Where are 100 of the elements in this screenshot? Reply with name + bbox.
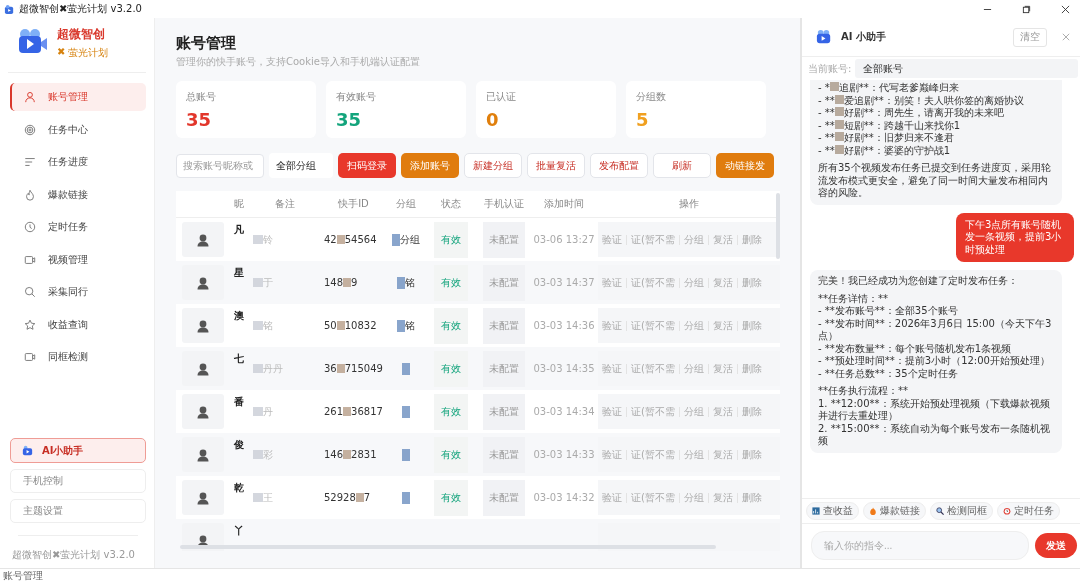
action-link[interactable]: 证(暂不需 (631, 275, 675, 290)
sidebar-item[interactable]: 任务中心 (10, 115, 146, 144)
auth-tag: 未配置 (482, 221, 525, 258)
id-text: 7 (363, 492, 371, 503)
blurred-text (343, 278, 352, 287)
toolbar-button[interactable]: 添加账号 (401, 153, 459, 178)
avatar-icon (196, 275, 210, 290)
maximize-icon[interactable] (1022, 4, 1031, 14)
toolbar-button[interactable]: 批量复活 (527, 153, 585, 178)
group-text: 铭 (404, 275, 415, 290)
action-link[interactable]: 验证 (602, 404, 622, 419)
action-link[interactable]: 分组 (683, 447, 704, 462)
toolbar-button[interactable]: 发布配置 (590, 153, 648, 178)
sidebar-item[interactable]: 收益查询 (10, 310, 146, 339)
blurred-text (343, 450, 352, 459)
message-text: 短剧**：跨越千山来找你1 (843, 119, 961, 131)
blurred-text (401, 362, 410, 375)
action-link[interactable]: 复活 (712, 447, 733, 462)
group-text: 铭 (404, 318, 415, 333)
remark-text: 丹丹 (263, 361, 283, 376)
action-link[interactable]: 删除 (741, 361, 762, 376)
ai-assistant-button[interactable]: AI小助手 (10, 438, 146, 463)
action-link[interactable]: 删除 (741, 318, 762, 333)
message-text: - ** (818, 132, 835, 143)
action-link[interactable]: 复活 (712, 490, 733, 505)
action-link[interactable]: 分组 (683, 490, 704, 505)
sidebar-button[interactable]: 手机控制 (10, 469, 146, 493)
action-link[interactable]: 删除 (741, 447, 762, 462)
group-select[interactable]: 全部分组 (269, 153, 333, 178)
sidebar-item[interactable]: 爆款链接 (10, 180, 146, 209)
quick-action-chip[interactable]: 检测同框 (930, 502, 993, 520)
auth-tag: 未配置 (482, 393, 525, 430)
command-input[interactable]: 输入你的指令... (811, 531, 1029, 560)
message-text: **任务执行流程：** 1. **12:00**：系统开始预处理视频（下载爆款视频并进行去重处理） 2. **15:00**：系统自动为每个账号发布一条随机视频 (818, 385, 1051, 448)
action-link[interactable]: 证(暂不需 (631, 232, 675, 247)
column-header: 快手ID (337, 197, 370, 211)
action-link[interactable]: 验证 (602, 318, 622, 333)
message-text: 下午3点所有账号随机发一条视频，提前3小时预处理 (965, 218, 1063, 256)
clear-button[interactable]: 清空 (1013, 27, 1047, 47)
sidebar-item[interactable]: 任务进度 (10, 148, 146, 176)
account-name: 凡 (233, 223, 245, 237)
action-link[interactable]: 验证 (602, 275, 622, 290)
account-select[interactable]: 全部账号 (855, 59, 1078, 78)
column-header: 操作 (678, 197, 700, 211)
message-text: **任务详情：** - **发布账号**：全部35个账号 - **发布时间**：2026年3月6日 15:00（今天下午3点） - **发布数量**：每个账号随机发布1条视频 - **预处理时间**：提前3小时（12:00开始预处理） - **任务总数**：35个定时任务 (818, 292, 1053, 380)
action-link[interactable]: 分组 (683, 318, 704, 333)
action-link[interactable]: 证(暂不需 (631, 404, 675, 419)
toolbar-button[interactable]: 动链接发 (716, 153, 774, 178)
quick-action-chip[interactable]: 爆款链接 (863, 502, 926, 520)
action-link[interactable]: 复活 (712, 404, 733, 419)
action-link[interactable]: 分组 (683, 232, 704, 247)
auth-tag: 未配置 (482, 350, 525, 387)
sidebar-item[interactable]: 定时任务 (10, 213, 146, 241)
quick-action-chip[interactable]: 定时任务 (997, 502, 1060, 520)
close-icon[interactable] (1061, 4, 1070, 14)
action-link[interactable]: 删除 (741, 232, 762, 247)
app-logo-icon (4, 3, 15, 15)
action-link[interactable]: 证(暂不需 (631, 318, 675, 333)
blurred-text (343, 407, 352, 416)
sidebar-item[interactable]: 账号管理 (10, 83, 146, 111)
action-link[interactable]: 证(暂不需 (631, 490, 675, 505)
sidebar-item[interactable]: 采集同行 (10, 278, 146, 306)
action-link[interactable]: 复活 (712, 361, 733, 376)
action-link[interactable]: 验证 (602, 361, 622, 376)
blurred-text (391, 233, 400, 246)
action-link[interactable]: 复活 (712, 232, 733, 247)
blurred-text (401, 491, 410, 504)
action-link[interactable]: 分组 (683, 404, 704, 419)
cross-mark: ✖ (57, 46, 66, 59)
search-field[interactable]: 搜索账号昵称或 (176, 153, 264, 178)
action-link[interactable]: 验证 (602, 490, 622, 505)
quick-action-chip[interactable]: 查收益 (806, 502, 859, 520)
time-text: 03-03 14:37 (533, 277, 595, 288)
auth-tag: 未配置 (482, 436, 525, 473)
stat-value: 35 (186, 109, 213, 130)
action-link[interactable]: 证(暂不需 (631, 447, 675, 462)
status-tag: 有效 (433, 479, 468, 516)
action-link[interactable]: 复活 (712, 275, 733, 290)
page-title: 账号管理 (176, 34, 237, 53)
blurred-text (336, 364, 345, 373)
action-link[interactable]: 验证 (602, 232, 622, 247)
action-link[interactable]: 证(暂不需 (631, 361, 675, 376)
action-link[interactable]: 验证 (602, 447, 622, 462)
action-link[interactable]: 删除 (741, 404, 762, 419)
toolbar-button[interactable]: 扫码登录 (338, 153, 396, 178)
toolbar-button[interactable]: 刷新 (653, 153, 711, 178)
action-link[interactable]: 删除 (741, 490, 762, 505)
sidebar-item[interactable]: 视频管理 (10, 245, 146, 274)
avatar-icon (196, 361, 210, 376)
action-link[interactable]: 复活 (712, 318, 733, 333)
action-link[interactable]: 分组 (683, 275, 704, 290)
action-link[interactable]: 删除 (741, 275, 762, 290)
blurred-text (336, 235, 345, 244)
action-link[interactable]: 分组 (683, 361, 704, 376)
sidebar-button[interactable]: 主题设置 (10, 499, 146, 523)
remark-text: 丹 (263, 404, 273, 419)
toolbar-button[interactable]: 新建分组 (464, 153, 522, 178)
send-button[interactable]: 发送 (1035, 533, 1077, 558)
sidebar-item[interactable]: 同框检测 (10, 343, 146, 371)
message-text: 好剧**：旧梦归来不逢君 (843, 132, 954, 143)
